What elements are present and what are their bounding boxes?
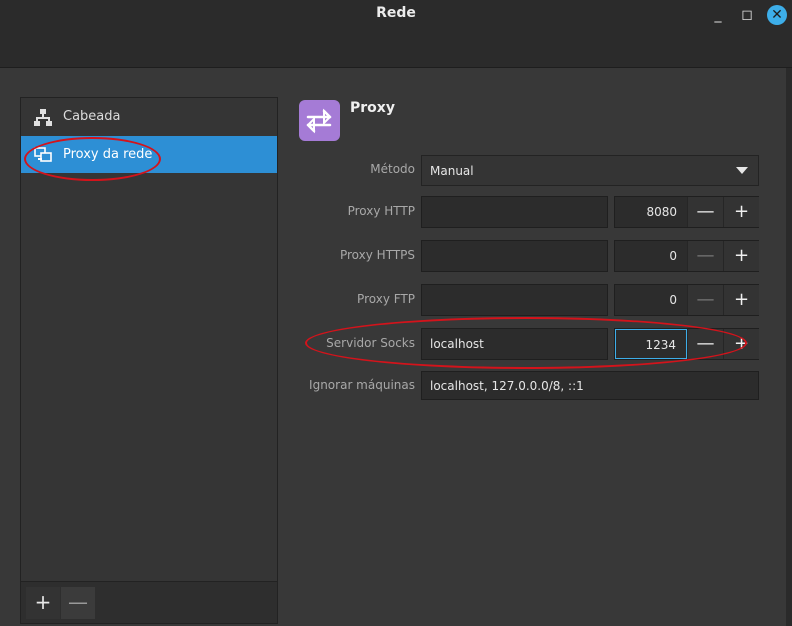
https-port-spinbox[interactable]: 0 — + xyxy=(614,240,759,272)
sidebar: Cabeada Proxy da rede + — xyxy=(20,97,278,624)
http-host-input[interactable] xyxy=(421,196,608,228)
http-port-spinbox[interactable]: 8080 — + xyxy=(614,196,759,228)
chevron-down-icon xyxy=(736,167,748,174)
socks-port-value[interactable]: 1234 xyxy=(615,329,687,359)
ignore-hosts-label: Ignorar máquinas xyxy=(309,378,415,392)
window-edge xyxy=(786,68,792,626)
https-label: Proxy HTTPS xyxy=(339,248,415,262)
sidebar-item-label: Cabeada xyxy=(63,109,121,124)
ftp-port-value[interactable]: 0 xyxy=(615,285,687,315)
network-settings-window: Rede _ ◻ ✕ Cabeada Proxy da rede + — Pro… xyxy=(0,0,792,626)
minimize-button[interactable]: _ xyxy=(709,6,727,24)
method-value: Manual xyxy=(430,163,474,178)
sidebar-item-cabeada[interactable]: Cabeada xyxy=(21,98,277,135)
sidebar-toolbar: + — xyxy=(21,581,277,623)
ftp-label: Proxy FTP xyxy=(357,292,415,306)
http-port-increment-button[interactable]: + xyxy=(723,197,759,227)
window-title: Rede xyxy=(376,5,416,21)
proxy-arrows-icon xyxy=(299,100,340,141)
socks-host-input[interactable]: localhost xyxy=(421,328,608,360)
proxy-network-icon xyxy=(34,146,52,162)
sidebar-item-proxy[interactable]: Proxy da rede xyxy=(21,136,277,173)
socks-port-decrement-button[interactable]: — xyxy=(687,329,723,359)
sidebar-item-label: Proxy da rede xyxy=(63,147,153,162)
http-port-value[interactable]: 8080 xyxy=(615,197,687,227)
https-host-input[interactable] xyxy=(421,240,608,272)
ftp-port-increment-button[interactable]: + xyxy=(723,285,759,315)
remove-connection-button[interactable]: — xyxy=(61,587,95,619)
https-port-value[interactable]: 0 xyxy=(615,241,687,271)
network-wired-icon xyxy=(34,108,52,126)
http-port-decrement-button[interactable]: — xyxy=(687,197,723,227)
socks-port-increment-button[interactable]: + xyxy=(723,329,759,359)
ftp-port-decrement-button[interactable]: — xyxy=(687,285,723,315)
maximize-button[interactable]: ◻ xyxy=(738,6,756,24)
https-port-increment-button[interactable]: + xyxy=(723,241,759,271)
socks-label: Servidor Socks xyxy=(326,336,415,350)
http-label: Proxy HTTP xyxy=(347,204,415,218)
method-select[interactable]: Manual xyxy=(421,155,759,186)
ignore-hosts-input[interactable]: localhost, 127.0.0.0/8, ::1 xyxy=(421,371,759,400)
method-label: Método xyxy=(370,162,415,176)
titlebar: Rede _ ◻ ✕ xyxy=(0,0,792,68)
add-connection-button[interactable]: + xyxy=(26,587,60,619)
section-title: Proxy xyxy=(350,100,395,116)
https-port-decrement-button[interactable]: — xyxy=(687,241,723,271)
close-button[interactable]: ✕ xyxy=(767,5,787,25)
socks-port-spinbox[interactable]: 1234 — + xyxy=(614,328,759,360)
ftp-port-spinbox[interactable]: 0 — + xyxy=(614,284,759,316)
ftp-host-input[interactable] xyxy=(421,284,608,316)
